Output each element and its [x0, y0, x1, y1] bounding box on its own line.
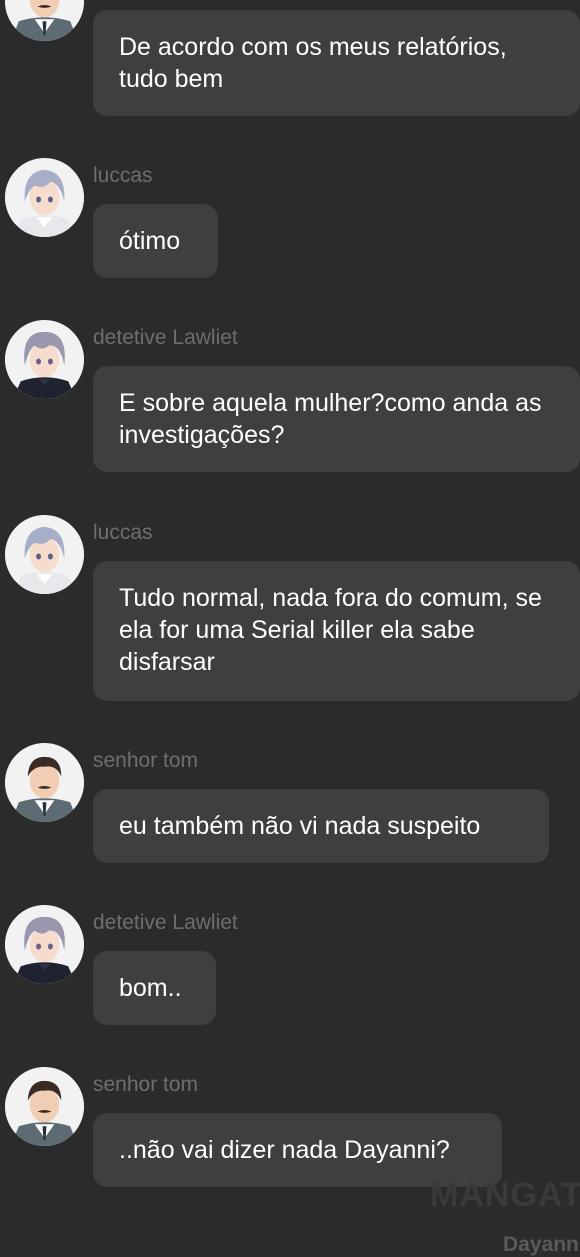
message-text: ótimo	[119, 227, 181, 255]
luccas-avatar-icon[interactable]	[5, 158, 84, 237]
message-text: De acordo com os meus relatórios, tudo b…	[119, 33, 507, 93]
message-author[interactable]: detetive Lawliet	[93, 911, 238, 935]
message-bubble: bom..	[93, 951, 216, 1025]
message-author[interactable]: senhor tom	[93, 1073, 198, 1097]
lawliet-avatar-icon[interactable]	[5, 320, 84, 399]
tom-avatar-icon[interactable]	[5, 0, 84, 41]
message-author[interactable]: luccas	[93, 164, 153, 188]
tom-avatar-icon[interactable]	[5, 1067, 84, 1146]
message-text: eu também não vi nada suspeito	[119, 812, 481, 840]
lawliet-avatar-icon[interactable]	[5, 905, 84, 984]
message-author[interactable]: senhor tom	[93, 749, 198, 773]
chat-screen: De acordo com os meus relatórios, tudo b…	[0, 0, 580, 1257]
message-text: bom..	[119, 974, 182, 1002]
message-text: ..não vai dizer nada Dayanni?	[119, 1136, 450, 1164]
message-bubble: ótimo	[93, 204, 218, 278]
tom-avatar-icon[interactable]	[5, 743, 84, 822]
message-bubble: Tudo normal, nada fora do comum, se ela …	[93, 561, 580, 701]
message-author[interactable]: luccas	[93, 521, 153, 545]
message-author[interactable]: detetive Lawliet	[93, 326, 238, 350]
watermark-logo: MANGAT	[430, 1176, 580, 1214]
message-text: E sobre aquela mulher?como anda as inves…	[119, 389, 542, 449]
message-bubble: eu também não vi nada suspeito	[93, 789, 549, 863]
credit-text: Dayanni	[503, 1233, 580, 1256]
message-bubble: De acordo com os meus relatórios, tudo b…	[93, 10, 580, 116]
luccas-avatar-icon[interactable]	[5, 515, 84, 594]
message-bubble: E sobre aquela mulher?como anda as inves…	[93, 366, 580, 472]
message-text: Tudo normal, nada fora do comum, se ela …	[119, 584, 542, 676]
